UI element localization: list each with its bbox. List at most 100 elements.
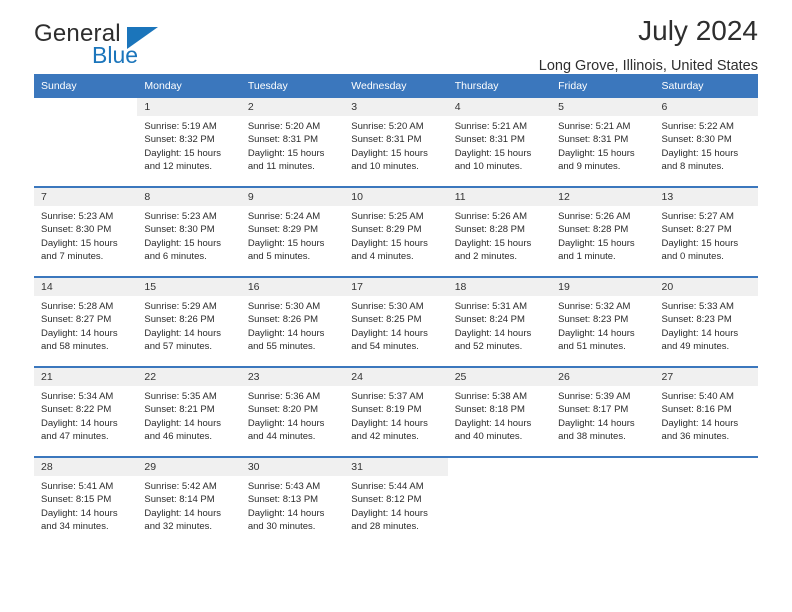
sunrise-time: Sunrise: 5:43 AM xyxy=(247,481,321,492)
day-number[interactable]: 8 xyxy=(137,188,241,206)
sunrise-time: Sunrise: 5:21 AM xyxy=(454,121,528,132)
day-cell[interactable]: Sunrise: 5:44 AM Sunset: 8:12 PM Daylight:… xyxy=(344,476,447,546)
day-cell[interactable]: Sunrise: 5:25 AM Sunset: 8:29 PM Daylight:… xyxy=(344,206,447,276)
day-number[interactable]: 4 xyxy=(447,98,552,116)
day-cell[interactable]: Sunrise: 5:26 AM Sunset: 8:28 PM Daylight:… xyxy=(551,206,654,276)
day-cell[interactable]: Sunrise: 5:37 AM Sunset: 8:19 PM Daylight:… xyxy=(344,386,447,456)
day-cell[interactable]: Sunrise: 5:36 AM Sunset: 8:20 PM Daylight:… xyxy=(241,386,344,456)
location-subtitle: Long Grove, Illinois, United States xyxy=(538,57,758,74)
sunrise-time: Sunrise: 5:23 AM xyxy=(144,211,217,222)
day-cell[interactable]: Sunrise: 5:23 AM Sunset: 8:30 PM Daylight:… xyxy=(137,206,240,276)
day-number[interactable]: 16 xyxy=(240,278,345,296)
day-number[interactable]: 30 xyxy=(240,458,345,476)
day-number[interactable]: 21 xyxy=(34,368,138,386)
day-number[interactable]: 25 xyxy=(447,368,552,386)
day-cell[interactable]: Sunrise: 5:31 AM Sunset: 8:24 PM Daylight:… xyxy=(448,296,551,366)
daylight-duration-line2: and 52 minutes. xyxy=(454,341,523,353)
day-cell[interactable]: Sunrise: 5:33 AM Sunset: 8:23 PM Daylight:… xyxy=(655,296,758,366)
day-detail-row: Sunrise: 5:41 AM Sunset: 8:15 PM Daylight:… xyxy=(34,476,758,546)
daylight-duration-line2: and 54 minutes. xyxy=(351,341,419,353)
day-number[interactable]: 17 xyxy=(344,278,448,296)
daylight-duration-line2: and 49 minutes. xyxy=(661,341,730,353)
day-number-row: 28 29 30 31 xyxy=(34,458,758,476)
logo-text-blue: Blue xyxy=(92,42,139,68)
day-cell[interactable]: Sunrise: 5:27 AM Sunset: 8:27 PM Daylight:… xyxy=(655,206,758,276)
day-number[interactable]: 24 xyxy=(344,368,448,386)
day-cell[interactable]: Sunrise: 5:29 AM Sunset: 8:26 PM Daylight:… xyxy=(137,296,240,366)
day-number[interactable]: 29 xyxy=(137,458,241,476)
sunrise-time: Sunrise: 5:42 AM xyxy=(144,481,217,492)
daylight-duration-line1: Daylight: 14 hours xyxy=(454,327,532,339)
day-cell[interactable]: Sunrise: 5:23 AM Sunset: 8:30 PM Daylight:… xyxy=(34,206,137,276)
sunrise-time: Sunrise: 5:38 AM xyxy=(454,391,528,402)
day-number[interactable]: 9 xyxy=(240,188,345,206)
sunset-time: Sunset: 8:32 PM xyxy=(144,134,215,146)
day-cell[interactable]: Sunrise: 5:21 AM Sunset: 8:31 PM Daylight:… xyxy=(551,116,654,186)
daylight-duration-line1: Daylight: 14 hours xyxy=(144,507,221,519)
day-cell[interactable]: Sunrise: 5:30 AM Sunset: 8:26 PM Daylight:… xyxy=(241,296,344,366)
day-cell[interactable]: Sunrise: 5:35 AM Sunset: 8:21 PM Daylight:… xyxy=(137,386,240,456)
daylight-duration-line1: Daylight: 14 hours xyxy=(41,327,118,339)
daylight-duration-line1: Daylight: 14 hours xyxy=(247,417,325,429)
day-number[interactable]: 12 xyxy=(551,188,655,206)
day-cell[interactable]: Sunrise: 5:21 AM Sunset: 8:31 PM Daylight:… xyxy=(448,116,551,186)
sunset-time: Sunset: 8:12 PM xyxy=(351,494,422,506)
day-cell[interactable]: Sunrise: 5:34 AM Sunset: 8:22 PM Daylight:… xyxy=(34,386,137,456)
day-cell[interactable]: Sunrise: 5:42 AM Sunset: 8:14 PM Daylight:… xyxy=(137,476,240,546)
daylight-duration-line1: Daylight: 14 hours xyxy=(144,417,221,429)
daylight-duration-line1: Daylight: 14 hours xyxy=(351,417,428,429)
day-cell[interactable]: Sunrise: 5:28 AM Sunset: 8:27 PM Daylight:… xyxy=(34,296,137,366)
day-number[interactable]: 11 xyxy=(447,188,552,206)
daylight-duration-line2: and 28 minutes. xyxy=(351,521,419,533)
daylight-duration-line1: Daylight: 14 hours xyxy=(454,417,532,429)
day-cell[interactable]: Sunrise: 5:30 AM Sunset: 8:25 PM Daylight:… xyxy=(344,296,447,366)
day-cell[interactable]: Sunrise: 5:40 AM Sunset: 8:16 PM Daylight:… xyxy=(655,386,758,456)
day-cell[interactable]: Sunrise: 5:41 AM Sunset: 8:15 PM Daylight:… xyxy=(34,476,137,546)
day-cell[interactable]: Sunrise: 5:32 AM Sunset: 8:23 PM Daylight:… xyxy=(551,296,654,366)
day-detail-row: Sunrise: 5:23 AM Sunset: 8:30 PM Daylight:… xyxy=(34,206,758,276)
day-number[interactable]: 7 xyxy=(34,188,138,206)
day-number[interactable]: 20 xyxy=(654,278,758,296)
sunset-time: Sunset: 8:19 PM xyxy=(351,404,422,416)
daylight-duration-line2: and 10 minutes. xyxy=(351,161,419,173)
day-cell[interactable]: Sunrise: 5:39 AM Sunset: 8:17 PM Daylight:… xyxy=(551,386,654,456)
day-number[interactable]: 14 xyxy=(34,278,138,296)
day-number[interactable]: 28 xyxy=(34,458,138,476)
sunset-time: Sunset: 8:28 PM xyxy=(558,224,629,236)
day-cell[interactable]: Sunrise: 5:22 AM Sunset: 8:30 PM Daylight:… xyxy=(655,116,758,186)
sunset-time: Sunset: 8:27 PM xyxy=(661,224,732,236)
day-number[interactable]: 31 xyxy=(344,458,448,476)
day-number[interactable]: 23 xyxy=(240,368,345,386)
day-number[interactable]: 19 xyxy=(551,278,655,296)
daylight-duration-line1: Daylight: 15 hours xyxy=(454,237,532,249)
sunset-time: Sunset: 8:31 PM xyxy=(454,134,525,146)
day-number[interactable]: 15 xyxy=(137,278,241,296)
day-number[interactable]: 27 xyxy=(654,368,758,386)
day-cell[interactable]: Sunrise: 5:38 AM Sunset: 8:18 PM Daylight:… xyxy=(448,386,551,456)
day-number[interactable]: 1 xyxy=(137,98,241,116)
day-cell[interactable]: Sunrise: 5:26 AM Sunset: 8:28 PM Daylight:… xyxy=(448,206,551,276)
day-number[interactable]: 10 xyxy=(344,188,448,206)
day-cell[interactable]: Sunrise: 5:19 AM Sunset: 8:32 PM Daylight:… xyxy=(137,116,240,186)
sunset-time: Sunset: 8:13 PM xyxy=(247,494,319,506)
sunrise-time: Sunrise: 5:20 AM xyxy=(247,121,321,132)
general-blue-logo[interactable]: General Blue xyxy=(34,22,234,70)
day-number[interactable]: 18 xyxy=(447,278,552,296)
day-number[interactable]: 3 xyxy=(344,98,448,116)
day-number[interactable]: 2 xyxy=(240,98,345,116)
daylight-duration-line2: and 12 minutes. xyxy=(144,161,213,173)
day-cell[interactable]: Sunrise: 5:43 AM Sunset: 8:13 PM Daylight:… xyxy=(241,476,344,546)
day-cell[interactable]: Sunrise: 5:20 AM Sunset: 8:31 PM Daylight:… xyxy=(241,116,344,186)
daylight-duration-line1: Daylight: 14 hours xyxy=(558,327,635,339)
day-cell[interactable]: Sunrise: 5:24 AM Sunset: 8:29 PM Daylight:… xyxy=(241,206,344,276)
day-number[interactable]: 26 xyxy=(551,368,655,386)
daylight-duration-line2: and 55 minutes. xyxy=(247,341,316,353)
day-number[interactable]: 6 xyxy=(654,98,758,116)
day-detail-row: Sunrise: 5:28 AM Sunset: 8:27 PM Daylight:… xyxy=(34,296,758,366)
day-number[interactable]: 5 xyxy=(551,98,655,116)
day-number[interactable]: 22 xyxy=(137,368,241,386)
day-number[interactable]: 13 xyxy=(654,188,758,206)
weekday-header-friday: Friday xyxy=(551,74,655,98)
daylight-duration-line1: Daylight: 15 hours xyxy=(558,237,635,249)
day-cell[interactable]: Sunrise: 5:20 AM Sunset: 8:31 PM Daylight:… xyxy=(344,116,447,186)
